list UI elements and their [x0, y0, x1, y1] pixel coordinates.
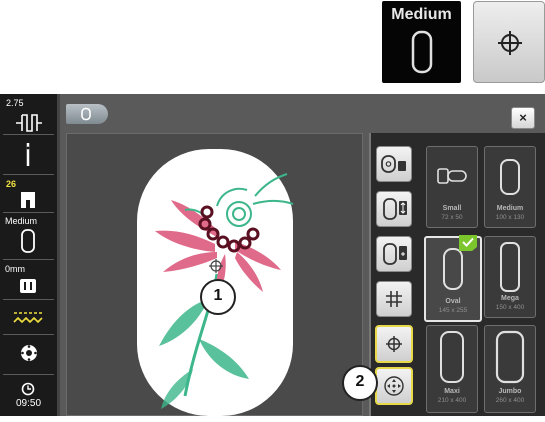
- hoop-move-icon: [383, 198, 407, 220]
- hoop-tile-medium[interactable]: Medium 100 x 130: [484, 146, 536, 228]
- hoop-size: 100 x 130: [495, 214, 525, 221]
- crosshair-icon: [498, 31, 522, 55]
- move-design-button[interactable]: [375, 367, 413, 405]
- hoop-size: 210 x 400: [437, 397, 467, 404]
- status-sidebar: 2.75 26 Medium 0mm 09:50: [0, 94, 57, 416]
- clock-item: 09:50: [0, 380, 57, 412]
- oval-hoop-icon: [443, 248, 463, 290]
- move-hoop-button[interactable]: [376, 191, 412, 227]
- hoop-name: Mega: [501, 295, 519, 302]
- close-button[interactable]: ×: [511, 107, 535, 129]
- design-canvas[interactable]: [66, 133, 363, 416]
- hoop-size: 150 x 400: [495, 304, 525, 311]
- feed-dog-icon: [20, 279, 36, 293]
- bobbin-icon: [21, 345, 37, 361]
- hoop-size: 260 x 400: [495, 397, 525, 404]
- hoop-name: Medium: [496, 205, 524, 212]
- hoop-outline-icon: [21, 229, 35, 253]
- hoop-check-icon: [381, 155, 406, 173]
- stitch-length-item[interactable]: 0mm: [0, 264, 57, 293]
- hoop-tile-mega[interactable]: Mega 150 x 400: [484, 236, 536, 318]
- hoop-item-label: Medium: [5, 216, 38, 226]
- callout-marker-2: 2: [342, 365, 378, 401]
- hoop-name: Small: [442, 205, 462, 212]
- clock-icon: [21, 382, 35, 396]
- stitch-width-item[interactable]: 2.75: [0, 98, 57, 132]
- hoop-name: Maxi: [444, 388, 460, 395]
- divider: [3, 259, 54, 260]
- hoop-tile-small[interactable]: Small 72 x 50: [426, 146, 478, 228]
- hoop-tile-jumbo[interactable]: Jumbo 260 x 400: [484, 325, 536, 413]
- selected-check-icon: [459, 235, 477, 251]
- medium-hoop-callout: Medium: [382, 1, 461, 83]
- hoop-item[interactable]: Medium: [0, 216, 57, 253]
- hoop-tile-maxi[interactable]: Maxi 210 x 400: [426, 325, 478, 413]
- bobbin-item[interactable]: [0, 341, 57, 365]
- hoop-attach-button[interactable]: [376, 236, 412, 272]
- hoop-outline-icon: [411, 30, 433, 74]
- maxi-hoop-icon: [440, 331, 464, 383]
- check-hoop-button[interactable]: [376, 146, 412, 182]
- stitch-width-value: 2.75: [6, 98, 24, 108]
- divider: [3, 374, 54, 375]
- needle-item[interactable]: [0, 138, 57, 168]
- divider: [3, 299, 54, 300]
- callout-marker-1: 1: [200, 279, 236, 315]
- presser-foot-icon: [21, 192, 35, 208]
- stitch-length-value: 0mm: [5, 264, 25, 274]
- thread-tension-icon: [13, 312, 44, 324]
- clock-time: 09:50: [15, 398, 42, 409]
- needle-icon: [26, 143, 30, 166]
- hoop-name: Oval: [445, 298, 461, 305]
- thread-tension-item[interactable]: [0, 306, 57, 328]
- medium-hoop-icon: [500, 159, 520, 195]
- hoop-size: 72 x 50: [441, 214, 463, 221]
- hoop-size: 145 x 255: [438, 307, 468, 314]
- hoop-tile-oval[interactable]: Oval 145 x 255: [424, 235, 482, 322]
- hoop-name: Jumbo: [498, 388, 522, 395]
- grid-icon: [386, 291, 402, 307]
- divider: [3, 174, 54, 175]
- hoop-tab[interactable]: [66, 104, 108, 124]
- small-hoop-icon: [437, 168, 467, 184]
- crosshair-icon: [386, 336, 402, 352]
- divider: [3, 334, 54, 335]
- hoop-preview: [137, 149, 294, 416]
- presser-foot-item[interactable]: 26: [0, 179, 57, 208]
- presser-foot-number: 26: [6, 179, 17, 189]
- hoop-attach-icon: [383, 243, 407, 265]
- divider: [3, 134, 54, 135]
- divider: [3, 212, 54, 213]
- mega-hoop-icon: [500, 242, 520, 292]
- grid-button[interactable]: [376, 281, 412, 317]
- hoop-tab-icon: [81, 107, 91, 121]
- stitch-width-icon: [16, 114, 42, 132]
- center-design-callout: [473, 1, 545, 83]
- center-design-button[interactable]: [375, 325, 413, 363]
- medium-hoop-callout-label: Medium: [391, 6, 452, 23]
- move-arrows-icon: [384, 376, 404, 396]
- jumbo-hoop-icon: [495, 330, 525, 384]
